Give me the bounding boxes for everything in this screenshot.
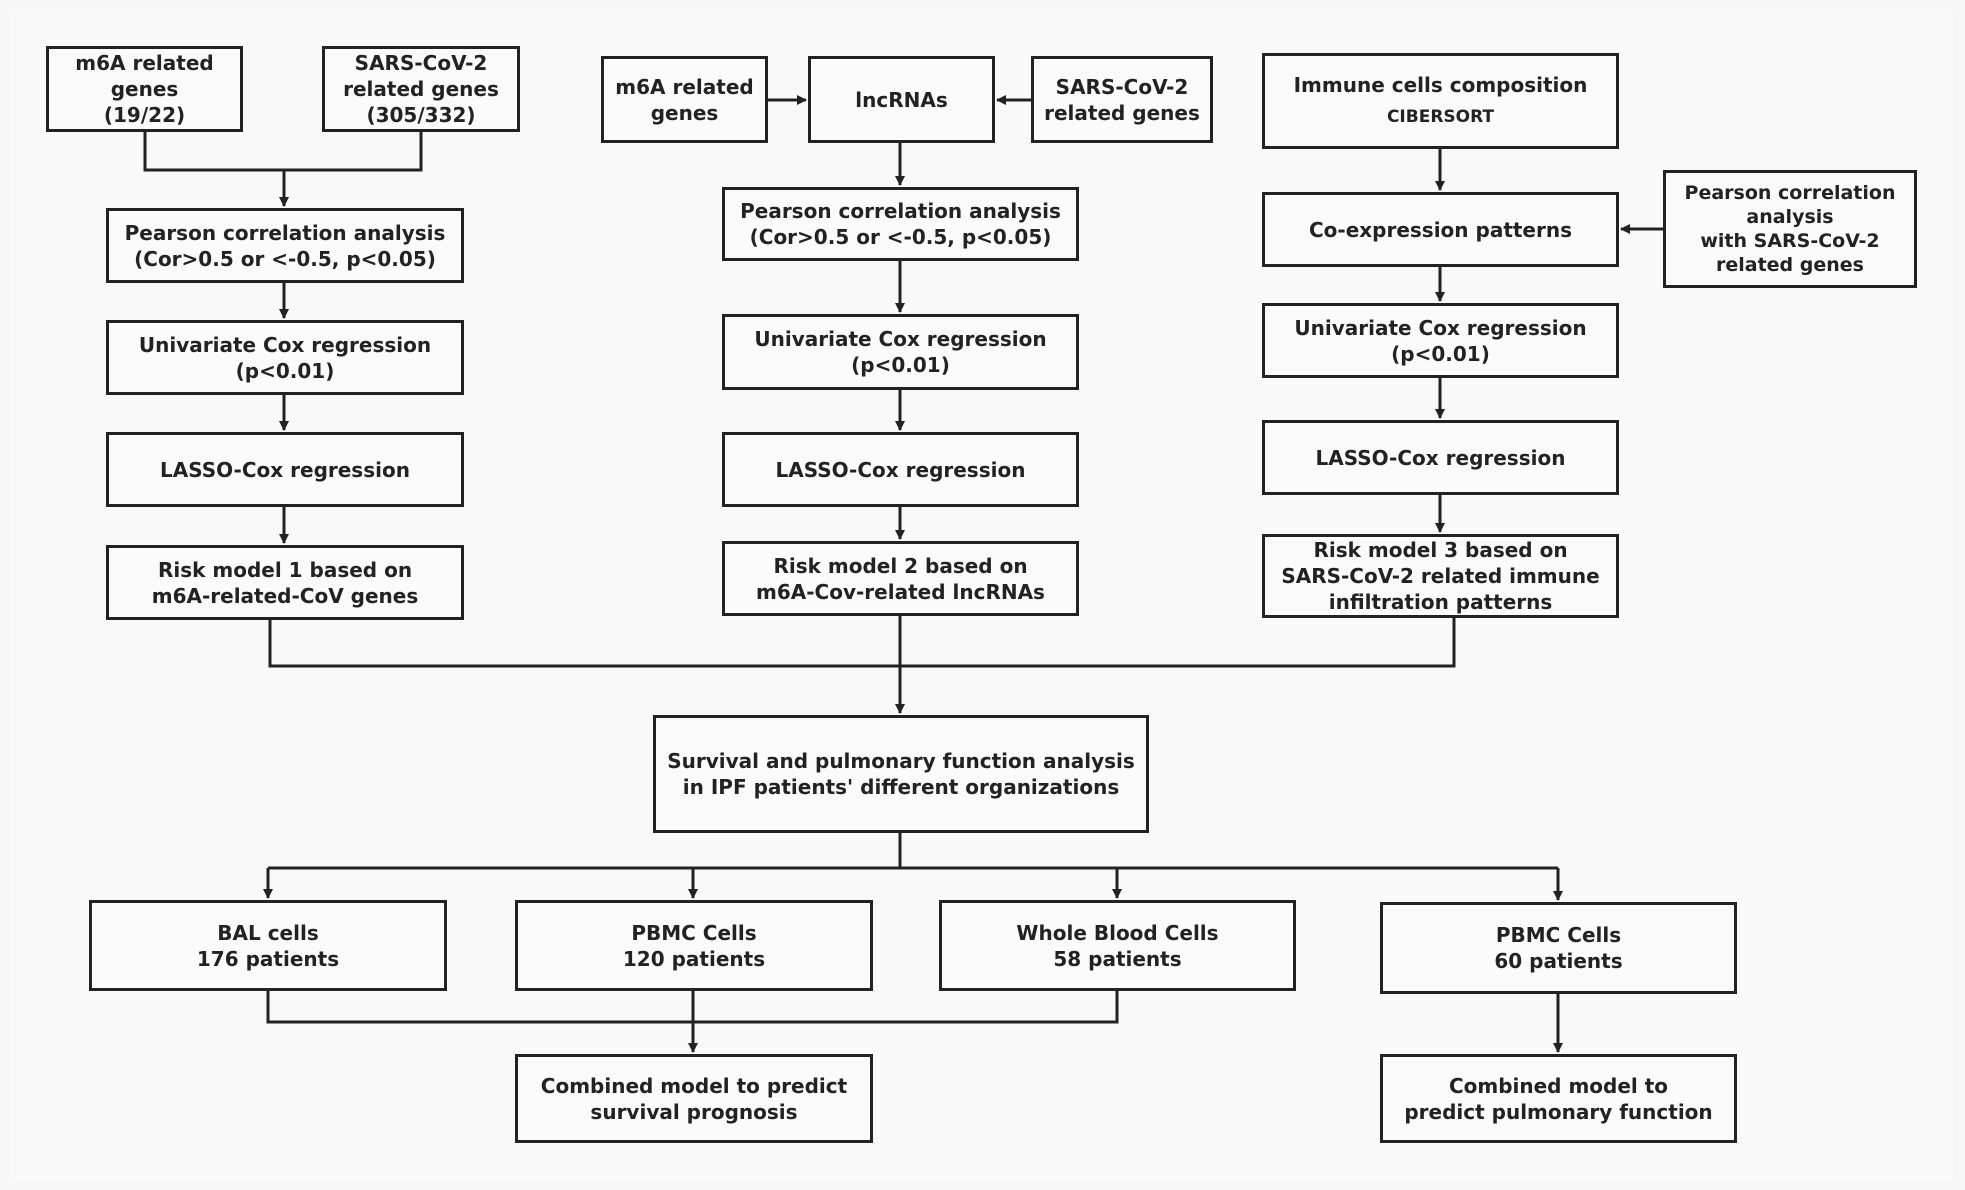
box-line: Univariate Cox regression bbox=[1294, 315, 1587, 340]
box-line: m6A-Cov-related lncRNAs bbox=[756, 579, 1045, 604]
box-sars-cov-2-related-genes-2: SARS-CoV-2 related genes bbox=[1031, 56, 1213, 143]
box-line: genes bbox=[110, 77, 179, 101]
box-immune-cells-composition: Immune cells composition CIBERSORT bbox=[1262, 53, 1619, 149]
box-line: (305/332) bbox=[366, 103, 476, 127]
box-line: related genes bbox=[343, 77, 499, 101]
cohort-name: PBMC Cells bbox=[631, 920, 757, 945]
box-line: (Cor>0.5 or <-0.5, p<0.05) bbox=[749, 225, 1052, 249]
box-combined-pulmonary: Combined model to predict pulmonary func… bbox=[1380, 1054, 1737, 1143]
box-line: related genes bbox=[1044, 100, 1200, 125]
box-line: (p<0.01) bbox=[851, 353, 950, 377]
box-pearson-correlation-1: Pearson correlation analysis (Cor>0.5 or… bbox=[106, 208, 464, 283]
box-line: m6A related bbox=[75, 51, 214, 75]
box-lncrnas: lncRNAs bbox=[808, 56, 995, 143]
box-line: Co-expression patterns bbox=[1308, 217, 1573, 242]
box-line: related genes bbox=[1716, 254, 1864, 276]
box-line: (p<0.01) bbox=[1391, 341, 1490, 366]
box-line: Risk model 3 based on bbox=[1313, 538, 1568, 562]
box-lasso-cox-2: LASSO-Cox regression bbox=[722, 432, 1079, 507]
box-univariate-cox-3: Univariate Cox regression (p<0.01) bbox=[1262, 303, 1619, 378]
box-cohort-whole-blood: Whole Blood Cells 58 patients bbox=[939, 900, 1296, 991]
box-line: Univariate Cox regression bbox=[138, 332, 432, 357]
box-line: with SARS-CoV-2 bbox=[1700, 230, 1880, 252]
box-line: Pearson correlation analysis bbox=[124, 220, 446, 245]
connector-risk-merge bbox=[268, 618, 1456, 668]
box-line: Combined model to bbox=[1448, 1073, 1669, 1098]
cohort-name: BAL cells bbox=[217, 920, 319, 945]
box-lasso-cox-1: LASSO-Cox regression bbox=[106, 432, 464, 507]
box-risk-model-2: Risk model 2 based on m6A-Cov-related ln… bbox=[722, 541, 1079, 616]
box-survival-pulmonary-analysis: Survival and pulmonary function analysis… bbox=[653, 715, 1149, 833]
box-m6a-related-genes: m6A related genes (19/22) bbox=[46, 46, 243, 132]
box-line: Combined model to predict bbox=[540, 1073, 848, 1098]
box-risk-model-3: Risk model 3 based on SARS-CoV-2 related… bbox=[1262, 534, 1619, 618]
box-univariate-cox-2: Univariate Cox regression (p<0.01) bbox=[722, 314, 1079, 390]
box-line: survival prognosis bbox=[590, 1099, 798, 1124]
box-line: infiltration patterns bbox=[1328, 590, 1553, 614]
box-line: Survival and pulmonary function analysis bbox=[667, 749, 1135, 773]
cohort-name: PBMC Cells bbox=[1495, 923, 1622, 947]
box-title: Immune cells composition bbox=[1293, 73, 1588, 97]
box-line: SARS-CoV-2 bbox=[354, 51, 488, 75]
box-lasso-cox-3: LASSO-Cox regression bbox=[1262, 420, 1619, 495]
box-line: LASSO-Cox regression bbox=[775, 457, 1026, 482]
box-line: m6A-related-CoV genes bbox=[151, 583, 419, 608]
box-cohort-pbmc-60: PBMC Cells 60 patients bbox=[1380, 902, 1737, 994]
box-m6a-related-genes-2: m6A related genes bbox=[601, 56, 768, 143]
cohort-patients: 176 patients bbox=[196, 946, 340, 971]
cohort-patients: 60 patients bbox=[1494, 949, 1623, 973]
box-line: Risk model 1 based on bbox=[157, 557, 413, 582]
box-line: lncRNAs bbox=[855, 87, 948, 112]
box-line: predict pulmonary function bbox=[1404, 1099, 1713, 1124]
box-cohort-pbmc-120: PBMC Cells 120 patients bbox=[515, 900, 873, 991]
box-line: Pearson correlation analysis bbox=[740, 199, 1061, 223]
box-line: SARS-CoV-2 bbox=[1055, 74, 1189, 99]
box-pearson-correlation-2: Pearson correlation analysis (Cor>0.5 or… bbox=[722, 187, 1079, 261]
box-line: genes bbox=[650, 100, 719, 125]
box-line: LASSO-Cox regression bbox=[160, 457, 410, 482]
box-line: (Cor>0.5 or <-0.5, p<0.05) bbox=[134, 246, 436, 271]
box-line: Risk model 2 based on bbox=[773, 553, 1028, 578]
cohort-patients: 58 patients bbox=[1053, 946, 1182, 971]
box-pearson-with-sars: Pearson correlation analysis with SARS-C… bbox=[1663, 170, 1917, 288]
box-line: m6A related bbox=[615, 74, 754, 99]
box-line: in IPF patients' different organizations bbox=[682, 775, 1120, 799]
cohort-patients: 120 patients bbox=[622, 946, 766, 971]
box-univariate-cox-1: Univariate Cox regression (p<0.01) bbox=[106, 320, 464, 395]
box-subtitle: CIBERSORT bbox=[1386, 107, 1495, 127]
box-line: Pearson correlation bbox=[1684, 182, 1896, 204]
box-line: analysis bbox=[1746, 206, 1834, 228]
box-coexpression-patterns: Co-expression patterns bbox=[1262, 192, 1619, 267]
box-line: (19/22) bbox=[103, 103, 186, 127]
box-line: SARS-CoV-2 related immune bbox=[1281, 564, 1600, 588]
box-cohort-bal: BAL cells 176 patients bbox=[89, 900, 447, 991]
connector-m6a-sars-merge bbox=[143, 132, 423, 172]
box-line: LASSO-Cox regression bbox=[1315, 445, 1566, 470]
cohort-name: Whole Blood Cells bbox=[1016, 920, 1219, 945]
box-line: Univariate Cox regression bbox=[754, 327, 1047, 351]
box-line: (p<0.01) bbox=[235, 358, 335, 383]
box-combined-survival: Combined model to predict survival progn… bbox=[515, 1054, 873, 1143]
box-sars-cov-2-related-genes: SARS-CoV-2 related genes (305/332) bbox=[322, 46, 520, 132]
box-risk-model-1: Risk model 1 based on m6A-related-CoV ge… bbox=[106, 545, 464, 620]
